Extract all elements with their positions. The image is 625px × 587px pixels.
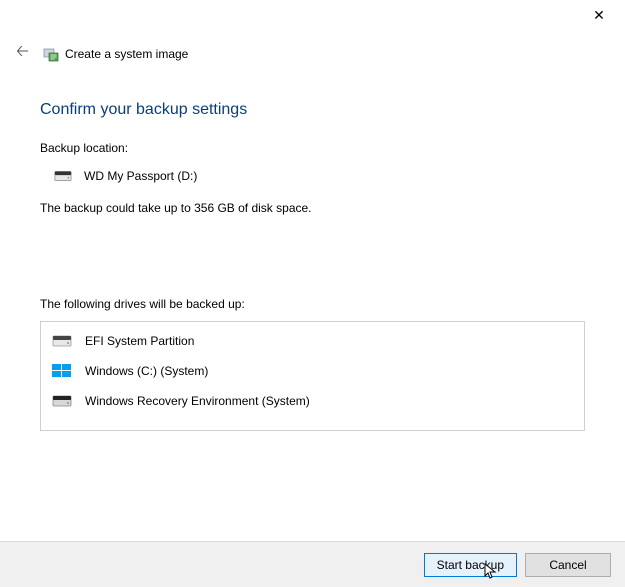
app-title: Create a system image [43, 46, 188, 62]
footer-bar: Start backup Cancel [0, 541, 625, 587]
drive-list: EFI System Partition Windows (C:) (Syste… [40, 321, 585, 431]
button-label: Cancel [549, 558, 586, 572]
hard-drive-icon [51, 393, 73, 409]
windows-drive-icon [51, 363, 73, 379]
hard-drive-icon [51, 333, 73, 349]
button-label: Start backup [437, 558, 504, 572]
drive-item-label: Windows Recovery Environment (System) [85, 394, 310, 408]
window-title: Create a system image [65, 47, 188, 61]
cancel-button[interactable]: Cancel [525, 553, 611, 577]
backup-location-row: WD My Passport (D:) [54, 169, 585, 183]
page-heading: Confirm your backup settings [40, 101, 585, 119]
drives-heading: The following drives will be backed up: [40, 297, 585, 311]
titlebar: ✕ [0, 0, 625, 30]
back-arrow-icon: 🡠 [16, 43, 29, 60]
backup-location-value: WD My Passport (D:) [84, 169, 197, 183]
drive-item-label: EFI System Partition [85, 334, 194, 348]
close-button[interactable]: ✕ [585, 3, 613, 27]
drive-item-label: Windows (C:) (System) [85, 364, 208, 378]
drive-item: Windows (C:) (System) [41, 356, 584, 386]
content-area: Confirm your backup settings Backup loca… [0, 73, 625, 431]
close-icon: ✕ [593, 7, 605, 24]
drive-item: Windows Recovery Environment (System) [41, 386, 584, 416]
disk-space-note: The backup could take up to 356 GB of di… [40, 201, 585, 215]
system-image-icon [43, 46, 59, 62]
drive-item: EFI System Partition [41, 326, 584, 356]
back-button[interactable]: 🡠 [12, 38, 33, 69]
external-drive-icon [54, 169, 72, 183]
start-backup-button[interactable]: Start backup [424, 553, 517, 577]
header-row: 🡠 Create a system image [0, 30, 625, 73]
backup-location-label: Backup location: [40, 141, 585, 155]
